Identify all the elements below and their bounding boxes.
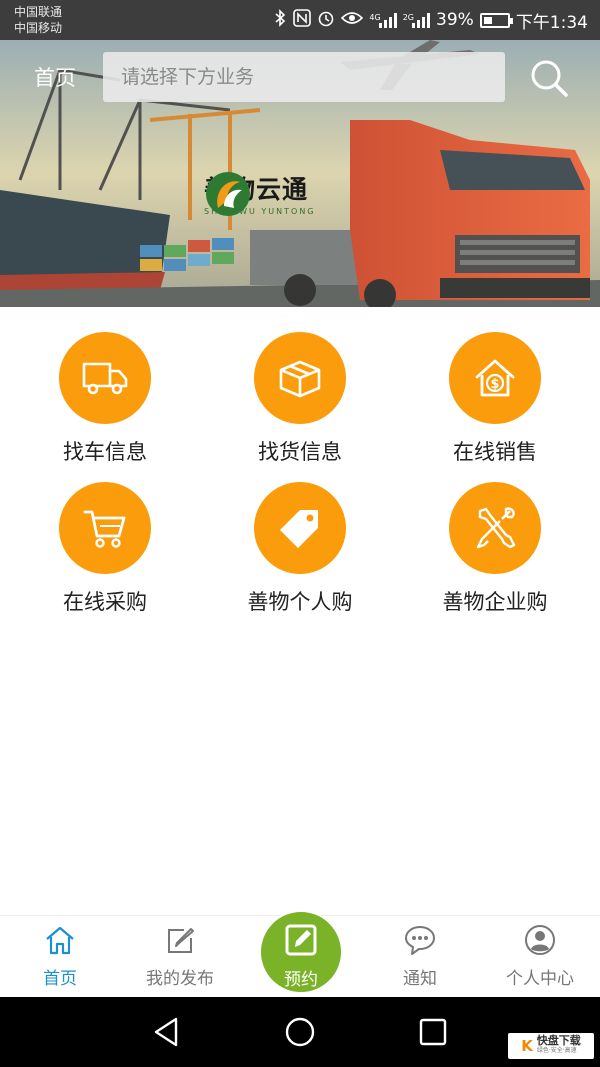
service-icon-circle — [59, 482, 151, 574]
carrier-1: 中国联通 — [14, 5, 63, 19]
signal-1: 4G — [369, 12, 397, 28]
bluetooth-icon — [273, 9, 287, 31]
brand-mark-icon — [206, 172, 250, 216]
signal-bars-2-icon — [412, 12, 431, 28]
service-icon-circle — [254, 482, 346, 574]
service-icon-circle — [59, 332, 151, 424]
chat-bubble-icon — [405, 926, 435, 955]
tab-label: 我的发布 — [146, 969, 214, 989]
tag-icon — [280, 510, 318, 548]
tab-profile[interactable]: 个人中心 — [480, 916, 600, 998]
tab-label: 首页 — [43, 969, 77, 989]
battery-icon — [479, 12, 513, 28]
service-icon-circle: $ — [449, 332, 541, 424]
home-circle-icon[interactable] — [283, 1015, 317, 1049]
recent-apps-icon[interactable] — [416, 1015, 450, 1049]
battery-percent: 39% — [436, 10, 474, 30]
back-icon[interactable] — [150, 1015, 184, 1049]
service-personal-buy[interactable]: 善物个人购 — [200, 482, 400, 616]
alarm-icon — [317, 9, 335, 31]
clock: 下午1:34 — [515, 12, 588, 33]
signal-2: 2G — [402, 12, 431, 28]
network-type-2: 2G — [402, 13, 415, 22]
tab-my-posts[interactable]: 我的发布 — [120, 916, 240, 998]
package-icon — [279, 360, 321, 398]
search-input[interactable] — [103, 52, 505, 102]
system-nav-bar: K 快盘下载 绿色·安全·高速 — [0, 997, 600, 1067]
service-label: 在线销售 — [453, 440, 537, 464]
service-icon-circle — [449, 482, 541, 574]
status-icons: 4G 2G 39% 下午1:34 — [273, 0, 588, 40]
cart-icon — [83, 510, 126, 548]
service-find-cargo[interactable]: 找货信息 — [200, 332, 400, 466]
tab-label: 个人中心 — [506, 969, 574, 989]
truck-icon — [82, 362, 128, 395]
service-enterprise-buy[interactable]: 善物企业购 — [395, 482, 595, 616]
hero-banner: 首页 善物云通 SHAN WU YUNTONG — [0, 40, 600, 307]
home-title[interactable]: 首页 — [34, 62, 76, 92]
nfc-icon — [293, 9, 312, 31]
status-bar: 中国联通 中国移动 4G 2G 39% 下午1:34 — [0, 0, 600, 40]
tab-notify[interactable]: 通知 — [360, 916, 480, 998]
tab-label: 通知 — [403, 969, 437, 989]
search-button[interactable] — [528, 57, 570, 99]
eye-icon — [341, 10, 364, 30]
service-icon-circle — [254, 332, 346, 424]
battery-fill — [483, 16, 493, 24]
watermark-mark: K — [521, 1037, 533, 1055]
brand-logo: 善物云通 SHAN WU YUNTONG — [204, 170, 316, 216]
tools-icon — [476, 507, 516, 549]
svg-text:$: $ — [490, 377, 499, 392]
watermark-sub: 绿色·安全·高速 — [536, 1047, 577, 1054]
service-online-sales[interactable]: $ 在线销售 — [395, 332, 595, 466]
service-online-purchase[interactable]: 在线采购 — [5, 482, 205, 616]
edit-icon — [168, 928, 194, 953]
tab-home[interactable]: 首页 — [0, 916, 120, 998]
user-icon — [525, 925, 555, 955]
signal-bars-1-icon — [378, 12, 397, 28]
search-icon — [531, 60, 568, 97]
network-type-1: 4G — [369, 13, 381, 22]
watermark: K 快盘下载 绿色·安全·高速 — [508, 1033, 594, 1059]
house-dollar-icon: $ — [475, 359, 515, 397]
service-label: 善物企业购 — [442, 590, 548, 614]
service-label: 找货信息 — [258, 440, 342, 464]
carrier-info: 中国联通 中国移动 — [14, 4, 62, 36]
service-label: 在线采购 — [63, 590, 147, 614]
service-label: 找车信息 — [63, 440, 147, 464]
service-find-vehicle[interactable]: 找车信息 — [5, 332, 205, 466]
search-bar[interactable] — [103, 52, 505, 102]
reserve-label: 预约 — [284, 970, 318, 990]
carrier-2: 中国移动 — [14, 21, 63, 35]
home-icon — [46, 926, 74, 955]
watermark-title: 快盘下载 — [536, 1034, 581, 1047]
service-label: 善物个人购 — [247, 590, 353, 614]
compose-icon — [285, 924, 317, 956]
reserve-button[interactable]: 预约 — [259, 910, 343, 994]
